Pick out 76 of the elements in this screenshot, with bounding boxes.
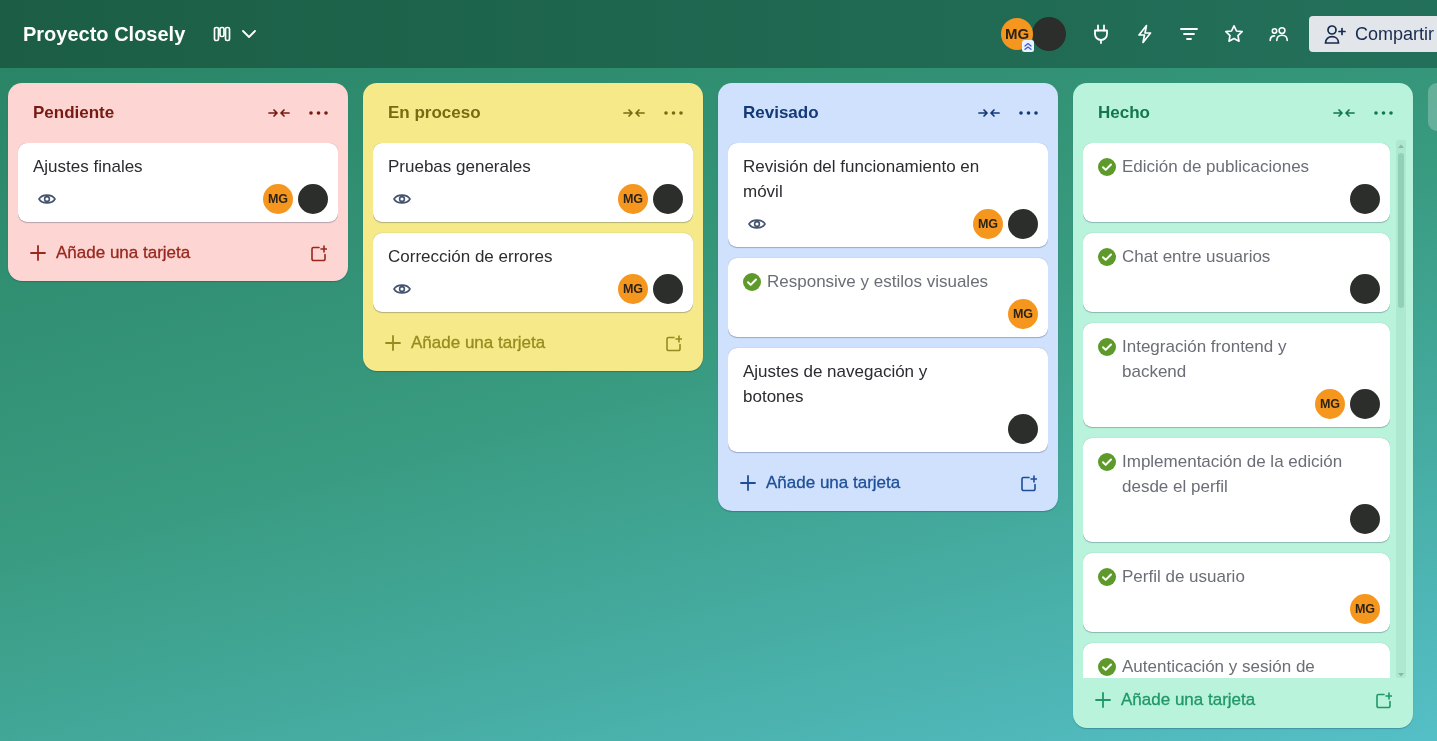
star-icon[interactable] <box>1224 24 1244 44</box>
collapse-icon[interactable] <box>623 108 645 118</box>
member-avatar: MG <box>1350 594 1380 624</box>
lightning-bolt-icon[interactable] <box>1136 24 1154 44</box>
list-title: Pendiente <box>33 102 115 124</box>
member-avatar: MG <box>263 184 293 214</box>
plus-icon <box>740 475 756 491</box>
task-card[interactable]: Responsive y estilos visuales MG <box>728 258 1048 337</box>
avatar-photo-placeholder <box>653 184 683 214</box>
card-template-icon[interactable] <box>665 334 682 352</box>
card-template-icon[interactable] <box>310 244 327 262</box>
card-template-icon[interactable] <box>1375 691 1392 709</box>
avatar-photo-placeholder <box>1350 504 1380 534</box>
card-title: Chat entre usuarios <box>1122 246 1271 268</box>
scrollbar-thumb[interactable] <box>1398 153 1404 308</box>
member-avatar: MG <box>973 209 1003 239</box>
task-card[interactable]: Chat entre usuarios <box>1083 233 1390 312</box>
card-title: Edición de publicaciones <box>1122 156 1310 178</box>
task-card[interactable]: Revisión del funcionamiento en móvil MG <box>728 143 1048 247</box>
plug-icon[interactable] <box>1091 24 1111 44</box>
card-title: Ajustes de navegación y botones <box>743 361 929 408</box>
list-title: Hecho <box>1098 102 1150 124</box>
task-card[interactable]: Implementación de la edición desde el perfil <box>1083 438 1390 542</box>
avatar-photo-placeholder <box>1008 209 1038 239</box>
card-title: Implementación de la edición desde el perfil <box>1122 451 1344 498</box>
avatar-photo-placeholder <box>1350 274 1380 304</box>
card-title: Integración frontend y backend <box>1122 336 1288 383</box>
scrollbar[interactable] <box>1396 140 1406 678</box>
add-card-button[interactable]: Añade una tarjeta <box>728 463 1020 503</box>
card-title: Perfil de usuario <box>1122 566 1245 588</box>
task-card[interactable]: Autenticación y sesión de <box>1083 643 1390 678</box>
avatar-photo-placeholder <box>653 274 683 304</box>
add-person-icon <box>1324 24 1346 44</box>
list-title: Revisado <box>743 102 819 124</box>
member-avatar: MG <box>618 184 648 214</box>
filter-icon[interactable] <box>1179 26 1199 42</box>
member-avatar: MG <box>1008 299 1038 329</box>
card-title: Autenticación y sesión de <box>1122 656 1315 678</box>
more-options-icon[interactable] <box>1374 111 1393 115</box>
share-button[interactable]: Compartir <box>1309 16 1437 52</box>
chevron-down-icon[interactable] <box>241 29 258 39</box>
task-card[interactable]: Edición de publicaciones <box>1083 143 1390 222</box>
more-options-icon[interactable] <box>664 111 683 115</box>
task-card[interactable]: Pruebas generales MG <box>373 143 693 222</box>
avatar-photo-placeholder <box>1008 414 1038 444</box>
task-card[interactable]: Ajustes finales MG <box>18 143 338 222</box>
task-card[interactable]: Integración frontend y backend MG <box>1083 323 1390 427</box>
avatar-photo-placeholder <box>1350 389 1380 419</box>
collapse-icon[interactable] <box>1333 108 1355 118</box>
task-card[interactable]: Corrección de errores MG <box>373 233 693 312</box>
card-title: Pruebas generales <box>388 156 531 178</box>
member-avatar[interactable]: MG <box>1001 18 1033 50</box>
plus-icon <box>385 335 401 351</box>
add-card-button[interactable]: Añade una tarjeta <box>18 233 310 273</box>
card-title: Ajustes finales <box>33 156 143 178</box>
card-title: Responsive y estilos visuales <box>767 271 989 293</box>
people-icon[interactable] <box>1269 26 1289 42</box>
board-title[interactable]: Proyecto Closely <box>23 19 186 49</box>
more-options-icon[interactable] <box>1019 111 1038 115</box>
more-options-icon[interactable] <box>309 111 328 115</box>
card-title: Corrección de errores <box>388 246 553 268</box>
avatar-photo-placeholder <box>1350 184 1380 214</box>
member-avatar: MG <box>618 274 648 304</box>
plus-icon <box>1095 692 1111 708</box>
member-avatar: MG <box>1315 389 1345 419</box>
card-template-icon[interactable] <box>1020 474 1037 492</box>
collapse-icon[interactable] <box>978 108 1000 118</box>
avatar-photo-placeholder[interactable] <box>1032 17 1066 51</box>
plus-icon <box>30 245 46 261</box>
avatar-photo-placeholder <box>298 184 328 214</box>
task-card[interactable]: Ajustes de navegación y botones <box>728 348 1048 452</box>
list-title: En proceso <box>388 102 481 124</box>
collapse-icon[interactable] <box>268 108 290 118</box>
board-view-icon[interactable] <box>213 26 232 42</box>
task-card[interactable]: Perfil de usuario MG <box>1083 553 1390 632</box>
card-title: Revisión del funcionamiento en móvil <box>743 156 981 203</box>
